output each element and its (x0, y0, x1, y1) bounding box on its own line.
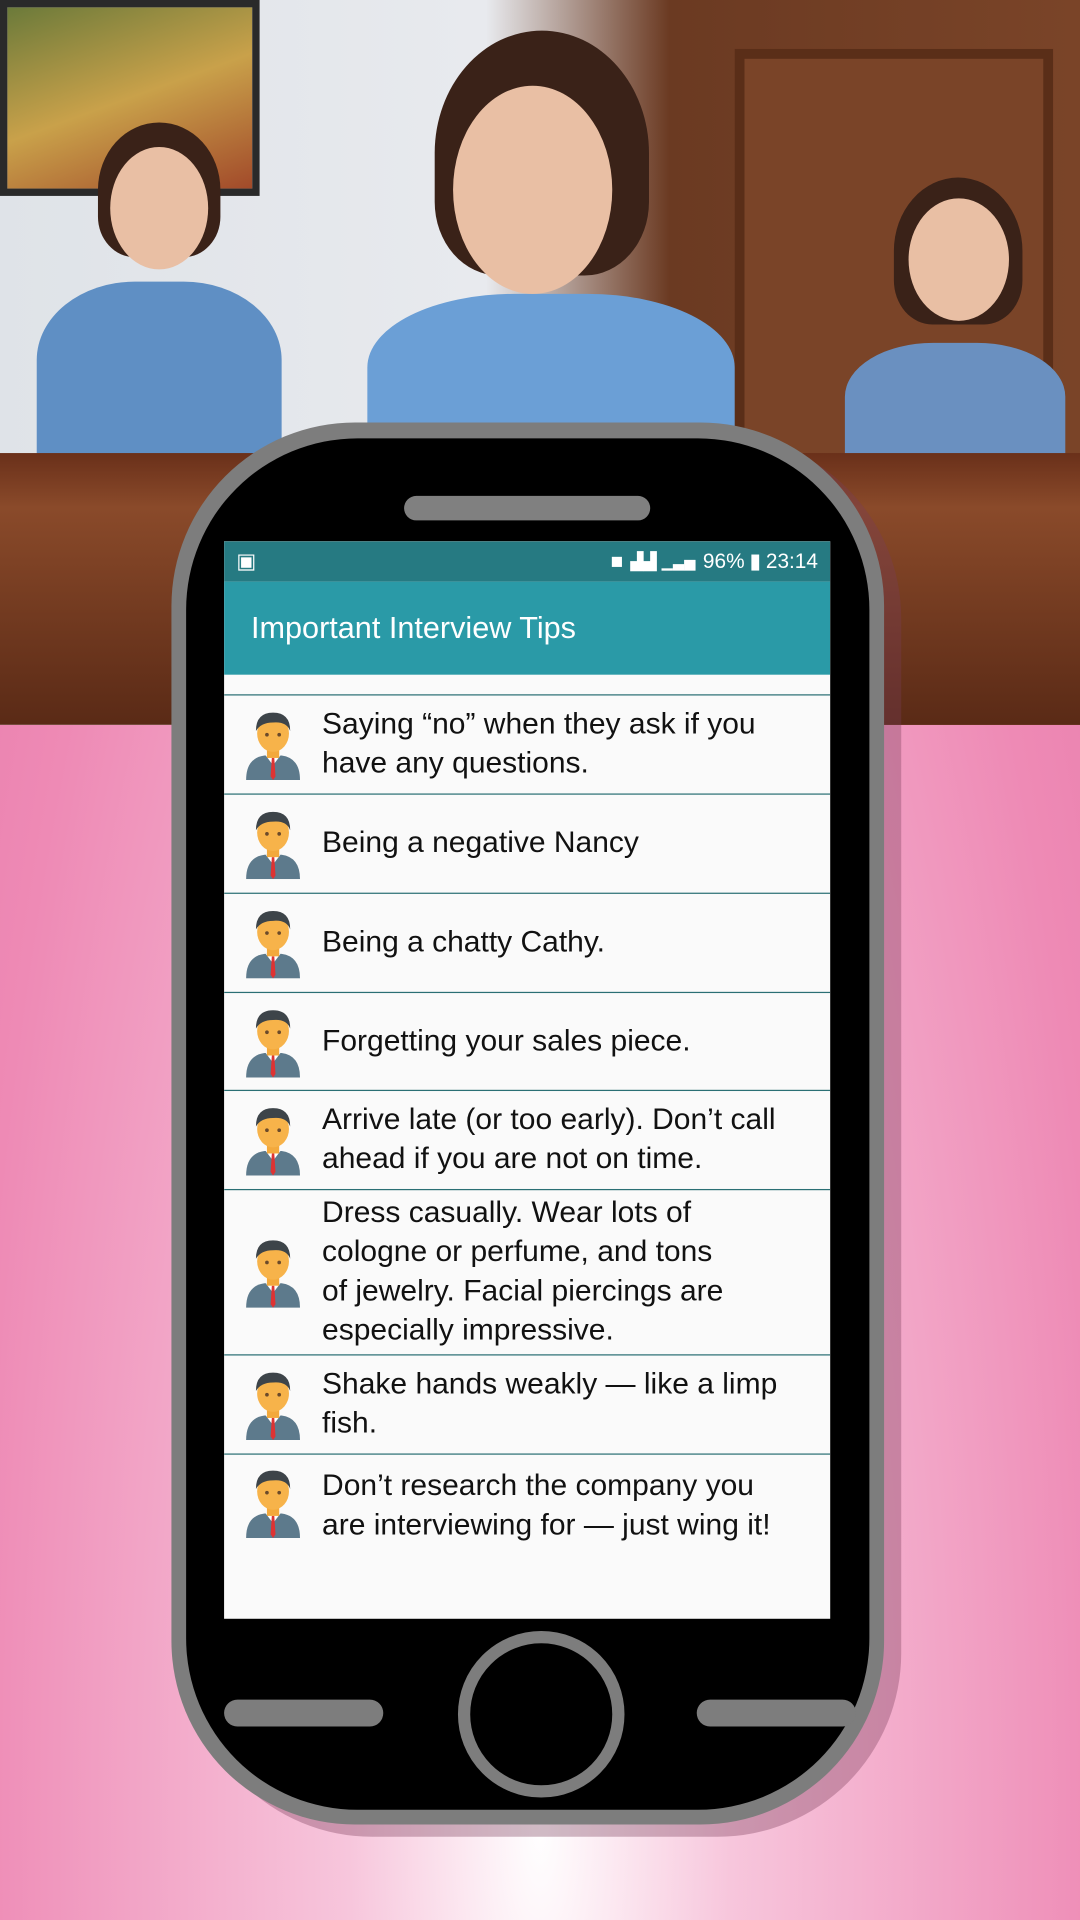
list-item[interactable]: Being a negative Nancy (224, 795, 831, 894)
back-button[interactable] (224, 1699, 384, 1727)
businessman-icon (224, 907, 322, 979)
tip-text: Saying “no” when they ask if you have an… (322, 707, 756, 781)
list-item[interactable]: Shake hands weakly — like a limp fish. (224, 1356, 831, 1455)
businessman-icon (224, 1467, 322, 1538)
businessman-icon (224, 1369, 322, 1441)
tips-list[interactable]: Saying “no” when they ask if you have an… (224, 675, 831, 1619)
promo-stage: ▣ ■ ▟▟ ▁▃▅ 96% ▮ 23:14 Important Intervi… (0, 0, 1080, 1920)
businessman-icon (224, 808, 322, 880)
app-screen: ▣ ■ ▟▟ ▁▃▅ 96% ▮ 23:14 Important Intervi… (224, 541, 831, 1619)
app-bar: Important Interview Tips (224, 581, 831, 675)
businessman-icon (224, 1006, 322, 1077)
tip-text: Don’t research the company you are inter… (322, 1469, 771, 1542)
sim-card-icon: ■ (610, 549, 624, 573)
businessman-icon (224, 709, 322, 781)
phone-speaker (404, 495, 651, 521)
tip-text: Being a chatty Cathy. (322, 925, 605, 959)
tip-text: Being a negative Nancy (322, 826, 639, 860)
list-item[interactable]: Don’t research the company you are inter… (224, 1455, 830, 1554)
list-item[interactable]: Forgetting your sales piece. (224, 993, 831, 1092)
tip-text: Forgetting your sales piece. (322, 1024, 691, 1058)
tip-text: Dress casually. Wear lots of cologne or … (322, 1196, 724, 1347)
battery-percent: 96% (702, 549, 745, 573)
home-button[interactable] (457, 1631, 625, 1798)
list-item[interactable]: Saying “no” when they ask if you have an… (224, 696, 831, 795)
recents-button[interactable] (696, 1699, 856, 1727)
tip-text: Shake hands weakly — like a limp fish. (322, 1367, 778, 1441)
list-item-partial[interactable] (224, 675, 831, 696)
signal-icon-2: ▁▃▅ (661, 552, 696, 571)
businessman-icon (224, 1104, 322, 1176)
receptionist-left (36, 281, 282, 478)
image-icon: ▣ (236, 549, 256, 573)
battery-icon: ▮ (749, 549, 761, 573)
tip-text: Arrive late (or too early). Don’t call a… (322, 1103, 776, 1176)
list-item[interactable]: Being a chatty Cathy. (224, 894, 831, 994)
signal-icon: ▟▟ (630, 551, 657, 571)
list-item[interactable]: Arrive late (or too early). Don’t call a… (224, 1091, 831, 1191)
businessman-icon (224, 1237, 322, 1308)
status-bar: ▣ ■ ▟▟ ▁▃▅ 96% ▮ 23:14 (224, 541, 831, 582)
clock: 23:14 (765, 549, 818, 573)
app-title: Important Interview Tips (251, 610, 576, 645)
list-item[interactable]: Dress casually. Wear lots of cologne or … (224, 1190, 831, 1356)
